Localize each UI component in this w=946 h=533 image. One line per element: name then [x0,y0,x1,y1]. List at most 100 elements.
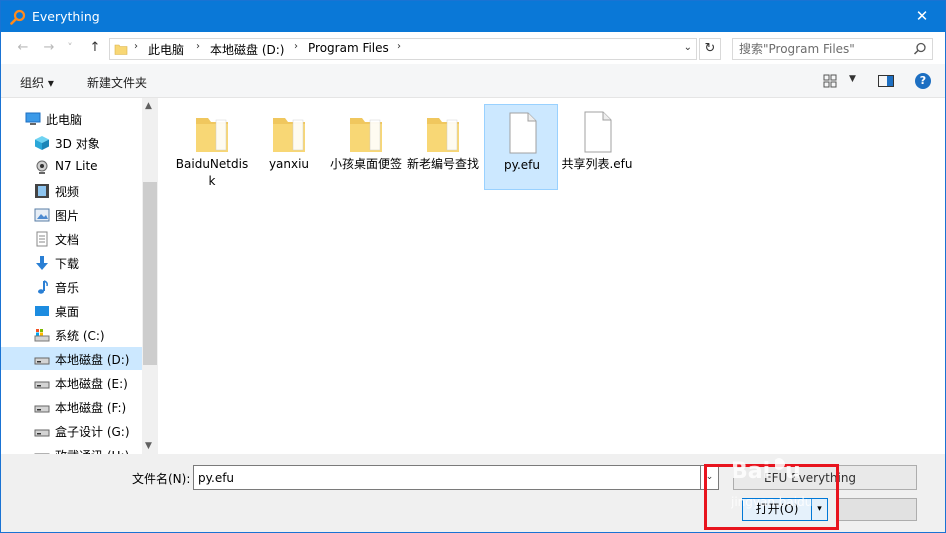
scroll-up-icon[interactable]: ▲ [145,101,152,111]
breadcrumb-this-pc[interactable]: 此电脑 [148,41,184,58]
file-name: 共享列表.efu [561,157,633,171]
title-bar: Everything ✕ [1,1,945,32]
nav-scrollbar[interactable]: ▲ ▼ [142,98,158,454]
folder-item[interactable]: 新老编号查找 [406,104,480,190]
forward-button[interactable]: → [39,38,59,58]
breadcrumb-separator: › [397,41,401,52]
nav-item-label: 下载 [55,257,80,271]
nav-item[interactable]: 音乐 [1,275,142,298]
window-title: Everything [32,9,100,24]
drive-icon [34,405,50,413]
pictures-icon [34,208,50,222]
address-dropdown-button[interactable]: ⌄ [684,42,692,53]
nav-item[interactable]: N7 Lite [1,155,142,178]
nav-item-label: N7 Lite [55,159,98,173]
nav-item-label: 此电脑 [46,113,83,127]
file-name: BaiduNetdisk [175,157,249,188]
preview-pane-icon[interactable] [878,75,894,87]
folder-icon [196,118,228,152]
drive-icon [34,453,50,454]
file-name: 新老编号查找 [406,157,479,171]
file-item[interactable]: 共享列表.efu [560,104,634,190]
view-dropdown-icon[interactable]: ▼ [849,74,856,84]
back-button[interactable]: ← [13,38,33,58]
drive-icon [34,429,50,437]
search-box[interactable] [732,38,933,60]
breadcrumb-separator: › [196,41,200,52]
breadcrumb-drive-d[interactable]: 本地磁盘 (D:) [210,41,284,58]
nav-item[interactable]: 3D 对象 [1,131,142,154]
address-row: ← → ˅ ↑ › 此电脑 › 本地磁盘 (D:) › Program File… [1,32,945,64]
nav-item-label: 系统 (C:) [55,329,105,343]
documents-icon [36,231,48,247]
drive-icon [34,357,50,365]
nav-item-label: 文档 [55,233,80,247]
dialog-footer: 文件名(N): ⌄ EFU Everything 打开(O) ▾ Bai u j… [1,454,945,532]
close-button[interactable]: ✕ [899,1,945,32]
nav-item-label: 本地磁盘 (E:) [55,377,128,391]
folder-item[interactable]: yanxiu [252,104,326,190]
search-icon [913,42,926,55]
file-item[interactable]: py.efu [484,104,558,190]
new-folder-button[interactable]: 新建文件夹 [87,74,147,91]
nav-item[interactable]: 系统 (C:) [1,323,142,346]
nav-item-label: 政武通讯 (H:) [55,447,129,454]
filename-input[interactable] [193,465,701,490]
document-icon [509,112,537,154]
nav-item[interactable]: 此电脑 [1,107,142,130]
nav-item[interactable]: 桌面 [1,299,142,322]
nav-item-label: 本地磁盘 (D:) [55,353,130,367]
view-options-icon[interactable] [823,74,837,88]
scroll-down-icon[interactable]: ▼ [145,441,152,451]
file-list: BaiduNetdisk yanxiu 小孩桌面便签 新老编号查找 py.efu 共享列表… [158,98,945,454]
nav-item[interactable]: 文档 [1,227,142,250]
nav-item[interactable]: 本地磁盘 (E:) [1,371,142,394]
nav-item[interactable]: 本地磁盘 (D:) [1,347,142,370]
command-bar: 组织 ▾ 新建文件夹 ▼ ? [1,64,945,98]
nav-item[interactable]: 视频 [1,179,142,202]
music-icon [38,280,48,294]
scrollbar-thumb[interactable] [143,182,157,365]
folder-icon [350,118,382,152]
desktop-icon [35,306,49,316]
nav-item-label: 3D 对象 [55,137,100,151]
file-open-dialog: Everything ✕ ← → ˅ ↑ › 此电脑 › 本地磁盘 (D:) ›… [0,0,946,533]
nav-item[interactable]: 政武通讯 (H:) [1,443,142,454]
nav-item[interactable]: 本地磁盘 (F:) [1,395,142,418]
nav-item-label: 视频 [55,185,80,199]
help-icon[interactable]: ? [915,73,931,89]
file-name: py.efu [503,158,541,172]
address-bar[interactable]: › 此电脑 › 本地磁盘 (D:) › Program Files › ⌄ [109,38,697,60]
folder-item[interactable]: BaiduNetdisk [175,104,249,190]
recent-locations-button[interactable]: ˅ [63,38,77,58]
everything-search-icon [10,9,26,25]
nav-item-label: 盒子设计 (G:) [55,425,130,439]
cube-3d-icon [35,136,49,150]
folder-icon [427,118,459,152]
folder-item[interactable]: 小孩桌面便签 [329,104,403,190]
nav-item-label: 本地磁盘 (F:) [55,401,127,415]
cancel-button[interactable] [837,498,917,521]
webcam-icon [36,160,48,174]
nav-item[interactable]: 盒子设计 (G:) [1,419,142,442]
file-name: yanxiu [268,157,310,171]
video-icon [35,184,49,198]
organize-button[interactable]: 组织 ▾ [20,74,54,91]
nav-item[interactable]: 下载 [1,251,142,274]
nav-item-label: 图片 [55,209,80,223]
system-drive-icon [34,329,50,342]
nav-item[interactable]: 图片 [1,203,142,226]
download-icon [36,256,48,270]
drive-icon [34,381,50,389]
refresh-button[interactable]: ↻ [699,38,721,60]
up-button[interactable]: ↑ [85,38,105,58]
folder-icon [114,44,128,55]
breadcrumb-separator: › [134,41,138,52]
computer-icon [25,112,41,125]
breadcrumb-separator: › [294,41,298,52]
red-highlight-box [704,464,839,530]
search-input[interactable] [739,41,909,57]
file-name: 小孩桌面便签 [329,157,402,171]
breadcrumb-program-files[interactable]: Program Files [308,41,389,55]
folder-icon [273,118,305,152]
